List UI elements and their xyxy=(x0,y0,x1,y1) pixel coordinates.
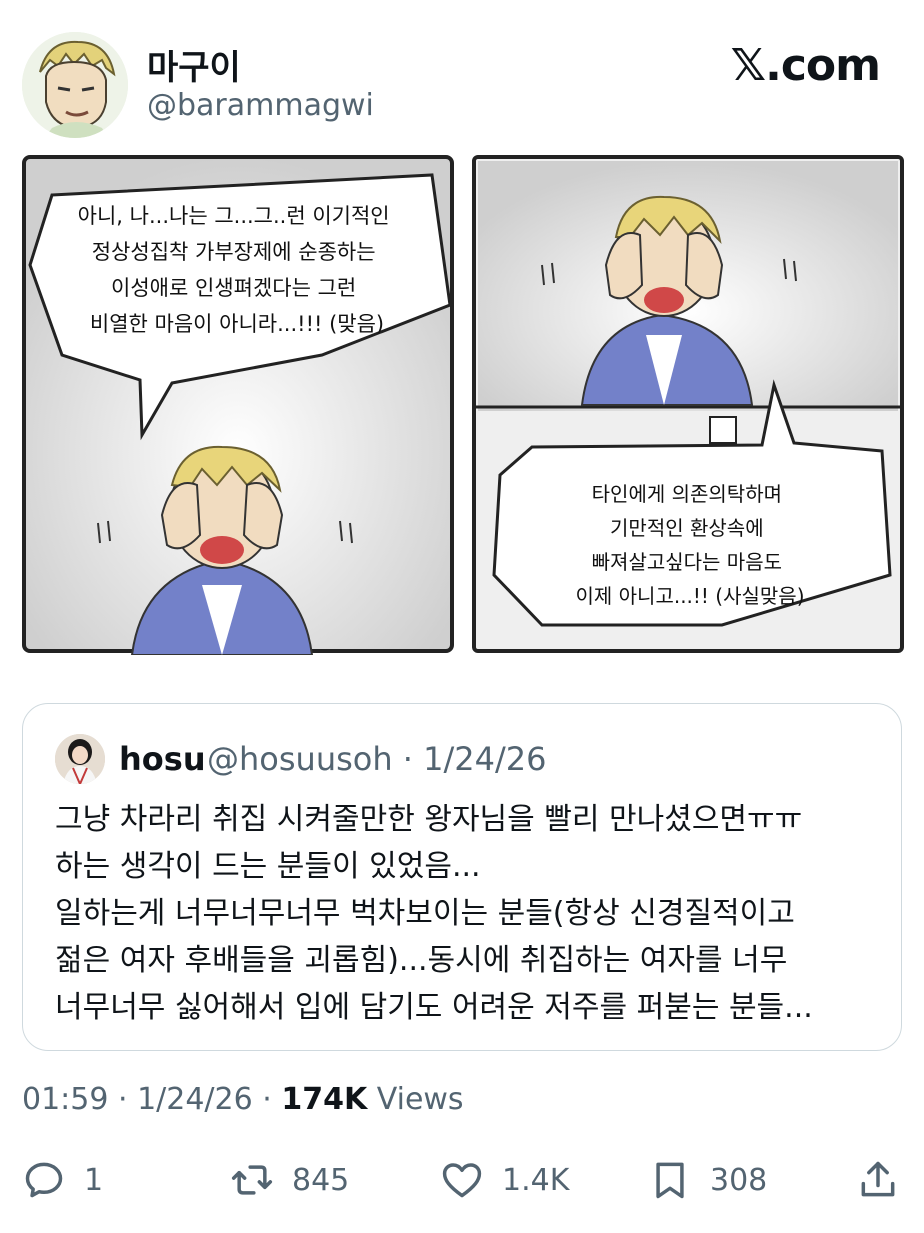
like-count: 1.4K xyxy=(502,1162,570,1198)
repost-icon xyxy=(231,1165,273,1195)
tweet-meta: 01:59 · 1/24/26 · 174K Views xyxy=(22,1082,464,1117)
bookmark-icon xyxy=(656,1162,684,1199)
quoted-tweet[interactable]: hosu @hosuusoh · 1/24/26 그냥 차라리 취집 시켜줄만한… xyxy=(22,703,902,1051)
tweet-timestamp[interactable]: 01:59 · 1/24/26 · xyxy=(22,1082,281,1117)
quoted-author-name[interactable]: hosu xyxy=(119,740,206,778)
reply-icon xyxy=(25,1162,63,1198)
author-display-name[interactable]: 마구이 xyxy=(147,40,241,89)
reply-count: 1 xyxy=(84,1162,104,1198)
quoted-tweet-text: 그냥 차라리 취집 시켜줄만한 왕자님을 빨리 만나셨으면ㅠㅠ 하는 생각이 드… xyxy=(55,802,813,1025)
reply-button[interactable]: 1 xyxy=(22,1150,103,1210)
right-bubble-line-1: 타인에게 의존의탁하며 xyxy=(592,482,782,506)
quoted-author-avatar[interactable] xyxy=(55,734,105,784)
left-bubble-line-2: 정상성집착 가부장제에 순종하는 xyxy=(92,240,376,264)
repost-count: 845 xyxy=(292,1162,350,1198)
author-avatar[interactable] xyxy=(22,32,128,138)
repost-button[interactable]: 845 xyxy=(230,1150,349,1210)
comic-image[interactable]: 아니, 나...나는 그...그..런 이기적인 정상성집착 가부장제에 순종하… xyxy=(22,155,904,656)
views-label: Views xyxy=(367,1082,464,1117)
bookmark-count: 308 xyxy=(710,1162,768,1198)
action-bar: 1 845 1.4K 308 xyxy=(0,1150,924,1210)
share-button[interactable] xyxy=(856,1150,900,1210)
right-bubble-line-4: 이제 아니고...!! (사실맞음) xyxy=(575,584,804,608)
like-icon xyxy=(442,1163,482,1198)
x-logo: 𝕏.com xyxy=(730,40,881,91)
share-icon xyxy=(861,1161,895,1197)
right-bubble-line-3: 빠져살고싶다는 마음도 xyxy=(592,550,782,574)
tweet-header: 마구이 @barammagwi 𝕏.com xyxy=(0,0,924,150)
left-bubble-line-3: 이성애로 인생펴겠다는 그런 xyxy=(111,276,356,300)
left-bubble-line-4: 비열한 마음이 아니라...!!! (맞음) xyxy=(90,312,384,336)
right-bubble-line-2: 기만적인 환상속에 xyxy=(610,516,764,540)
views-count: 174K xyxy=(281,1082,368,1117)
left-bubble-line-1: 아니, 나...나는 그...그..런 이기적인 xyxy=(78,204,390,228)
author-handle[interactable]: @barammagwi xyxy=(147,88,374,123)
bookmark-button[interactable]: 308 xyxy=(648,1150,767,1210)
like-button[interactable]: 1.4K xyxy=(440,1150,569,1210)
quoted-author-meta[interactable]: @hosuusoh · 1/24/26 xyxy=(207,740,547,778)
